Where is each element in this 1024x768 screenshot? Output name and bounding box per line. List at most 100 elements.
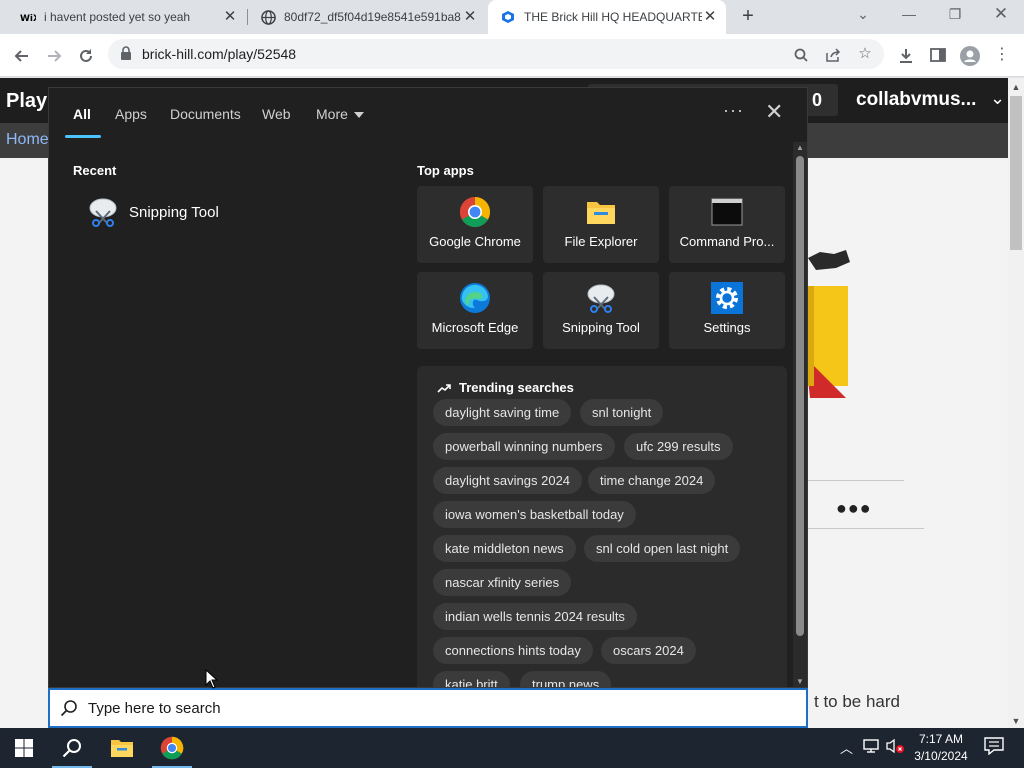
tab-search-chevron-icon[interactable]: ⌄ (840, 0, 886, 30)
profile-avatar-icon[interactable] (956, 42, 984, 70)
browser-tab-1[interactable]: WiX i havent posted yet so yeah ✕ (8, 0, 246, 34)
app-tile-microsoft-edge[interactable]: Microsoft Edge (417, 272, 533, 349)
address-bar[interactable]: brick-hill.com/play/52548 ☆ (108, 39, 884, 69)
url-text: brick-hill.com/play/52548 (142, 46, 297, 62)
scroll-down-arrow-icon[interactable]: ▼ (793, 677, 807, 686)
app-tile-file-explorer[interactable]: File Explorer (543, 186, 659, 263)
flyout-scrollbar[interactable]: ▲ ▼ (793, 142, 807, 687)
minimize-button[interactable]: — (886, 0, 932, 30)
trending-heading-text: Trending searches (459, 380, 574, 395)
snipping-tool-icon (584, 281, 618, 315)
app-tile-command-prompt[interactable]: Command Pro... (669, 186, 785, 263)
trending-chip[interactable]: trump news (520, 671, 612, 687)
app-tile-google-chrome[interactable]: Google Chrome (417, 186, 533, 263)
snipping-tool-icon (89, 198, 117, 227)
trending-chip[interactable]: daylight saving time (433, 399, 572, 426)
trending-chip[interactable]: oscars 2024 (601, 637, 696, 664)
app-tile-snipping-tool[interactable]: Snipping Tool (543, 272, 659, 349)
trending-chip[interactable]: indian wells tennis 2024 results (433, 603, 637, 630)
username-label[interactable]: collabvmus... (856, 89, 976, 111)
system-clock[interactable]: 7:17 AM 3/10/2024 (910, 731, 972, 765)
recent-heading: Recent (73, 163, 117, 178)
search-tab-all[interactable]: All (73, 106, 91, 122)
trending-chip[interactable]: katie britt (433, 671, 510, 687)
app-tile-label: File Explorer (564, 234, 638, 249)
clock-time: 7:17 AM (918, 732, 964, 746)
notification-center-icon[interactable] (984, 737, 1004, 758)
download-icon[interactable] (892, 42, 920, 70)
scroll-down-arrow-icon[interactable]: ▼ (1008, 716, 1024, 726)
search-tab-more[interactable]: More (316, 106, 364, 122)
browser-tab-2[interactable]: 80df72_df5f04d19e8541e591ba8 ✕ (248, 0, 486, 34)
search-icon (60, 700, 77, 717)
browser-toolbar: brick-hill.com/play/52548 ☆ ⋮ (0, 34, 1024, 77)
search-tab-web[interactable]: Web (262, 106, 291, 122)
start-button[interactable] (0, 728, 48, 768)
divider (808, 480, 904, 481)
back-arrow-icon[interactable] (8, 42, 36, 70)
close-tab-icon[interactable]: ✕ (462, 9, 478, 25)
network-icon[interactable] (862, 738, 880, 757)
search-tab-documents[interactable]: Documents (170, 106, 241, 122)
taskbar-google-chrome[interactable] (148, 728, 196, 768)
volume-muted-icon[interactable] (886, 738, 906, 757)
bookmark-star-icon[interactable]: ☆ (854, 44, 876, 66)
trending-chip[interactable]: snl tonight (580, 399, 664, 426)
settings-icon (710, 281, 744, 315)
taskbar-file-explorer[interactable] (98, 728, 146, 768)
trending-chip[interactable]: time change 2024 (588, 467, 716, 494)
trending-chip[interactable]: snl cold open last night (584, 535, 741, 562)
scroll-up-arrow-icon[interactable]: ▲ (793, 143, 807, 152)
options-ellipsis-icon[interactable]: ··· (723, 100, 744, 121)
page-scrollbar[interactable]: ▲ ▼ (1008, 78, 1024, 728)
trending-chip[interactable]: iowa women's basketball today (433, 501, 636, 528)
close-window-button[interactable]: ✕ (978, 0, 1024, 30)
recent-item-label: Snipping Tool (129, 203, 219, 221)
windows-search-flyout: All Apps Documents Web More ··· ✕ Recent… (48, 87, 808, 688)
reload-icon[interactable] (72, 42, 100, 70)
chevron-down-icon[interactable]: ⌄ (990, 88, 1005, 109)
trending-arrow-icon (437, 383, 451, 393)
tab-title: THE Brick Hill HQ HEADQUARTE (524, 10, 702, 24)
trending-chip[interactable]: daylight savings 2024 (433, 467, 583, 494)
tab-title: 80df72_df5f04d19e8541e591ba8 (284, 10, 461, 24)
trending-chip[interactable]: kate middleton news (433, 535, 576, 562)
chrome-icon (458, 195, 492, 229)
subnav-home-link[interactable]: Home (6, 131, 49, 149)
side-panel-icon[interactable] (924, 42, 952, 70)
app-tile-settings[interactable]: Settings (669, 272, 785, 349)
more-options-icon[interactable]: ●●● (836, 498, 872, 519)
scrollbar-thumb[interactable] (1010, 96, 1022, 250)
restore-button[interactable]: ❐ (932, 0, 978, 30)
zoom-search-icon[interactable] (790, 44, 812, 66)
taskbar-search-box[interactable]: Type here to search (48, 688, 808, 728)
trending-heading: Trending searches (437, 380, 574, 395)
kebab-menu-icon[interactable]: ⋮ (988, 42, 1016, 70)
scrollbar-thumb[interactable] (796, 156, 804, 636)
show-hidden-icons-chevron-icon[interactable]: ︿ (840, 738, 853, 757)
search-tab-apps[interactable]: Apps (115, 106, 147, 122)
new-tab-button[interactable]: + (736, 5, 760, 29)
taskbar-search-button[interactable] (48, 728, 96, 768)
trending-searches-panel: Trending searches daylight saving time s… (417, 366, 787, 687)
close-tab-icon[interactable]: ✕ (222, 9, 238, 25)
site-brand[interactable]: Play (6, 90, 47, 113)
edge-icon (458, 281, 492, 315)
recent-item-snipping-tool[interactable]: Snipping Tool (87, 196, 219, 228)
scroll-up-arrow-icon[interactable]: ▲ (1008, 82, 1024, 92)
trending-chip[interactable]: ufc 299 results (624, 433, 733, 460)
trending-chip[interactable]: powerball winning numbers (433, 433, 615, 460)
command-prompt-icon (710, 195, 744, 229)
active-tab-indicator (65, 135, 101, 138)
share-icon[interactable] (822, 44, 844, 66)
lock-icon[interactable] (120, 46, 132, 60)
close-icon[interactable]: ✕ (765, 100, 783, 124)
close-tab-icon[interactable]: ✕ (702, 9, 718, 25)
trending-chip[interactable]: connections hints today (433, 637, 593, 664)
forward-arrow-icon[interactable] (40, 42, 68, 70)
divider (808, 528, 924, 529)
browser-tab-3-active[interactable]: THE Brick Hill HQ HEADQUARTE ✕ (488, 0, 726, 34)
trending-chip[interactable]: nascar xfinity series (433, 569, 572, 596)
svg-text:WiX: WiX (20, 14, 36, 22)
windows-logo-icon (15, 739, 33, 757)
